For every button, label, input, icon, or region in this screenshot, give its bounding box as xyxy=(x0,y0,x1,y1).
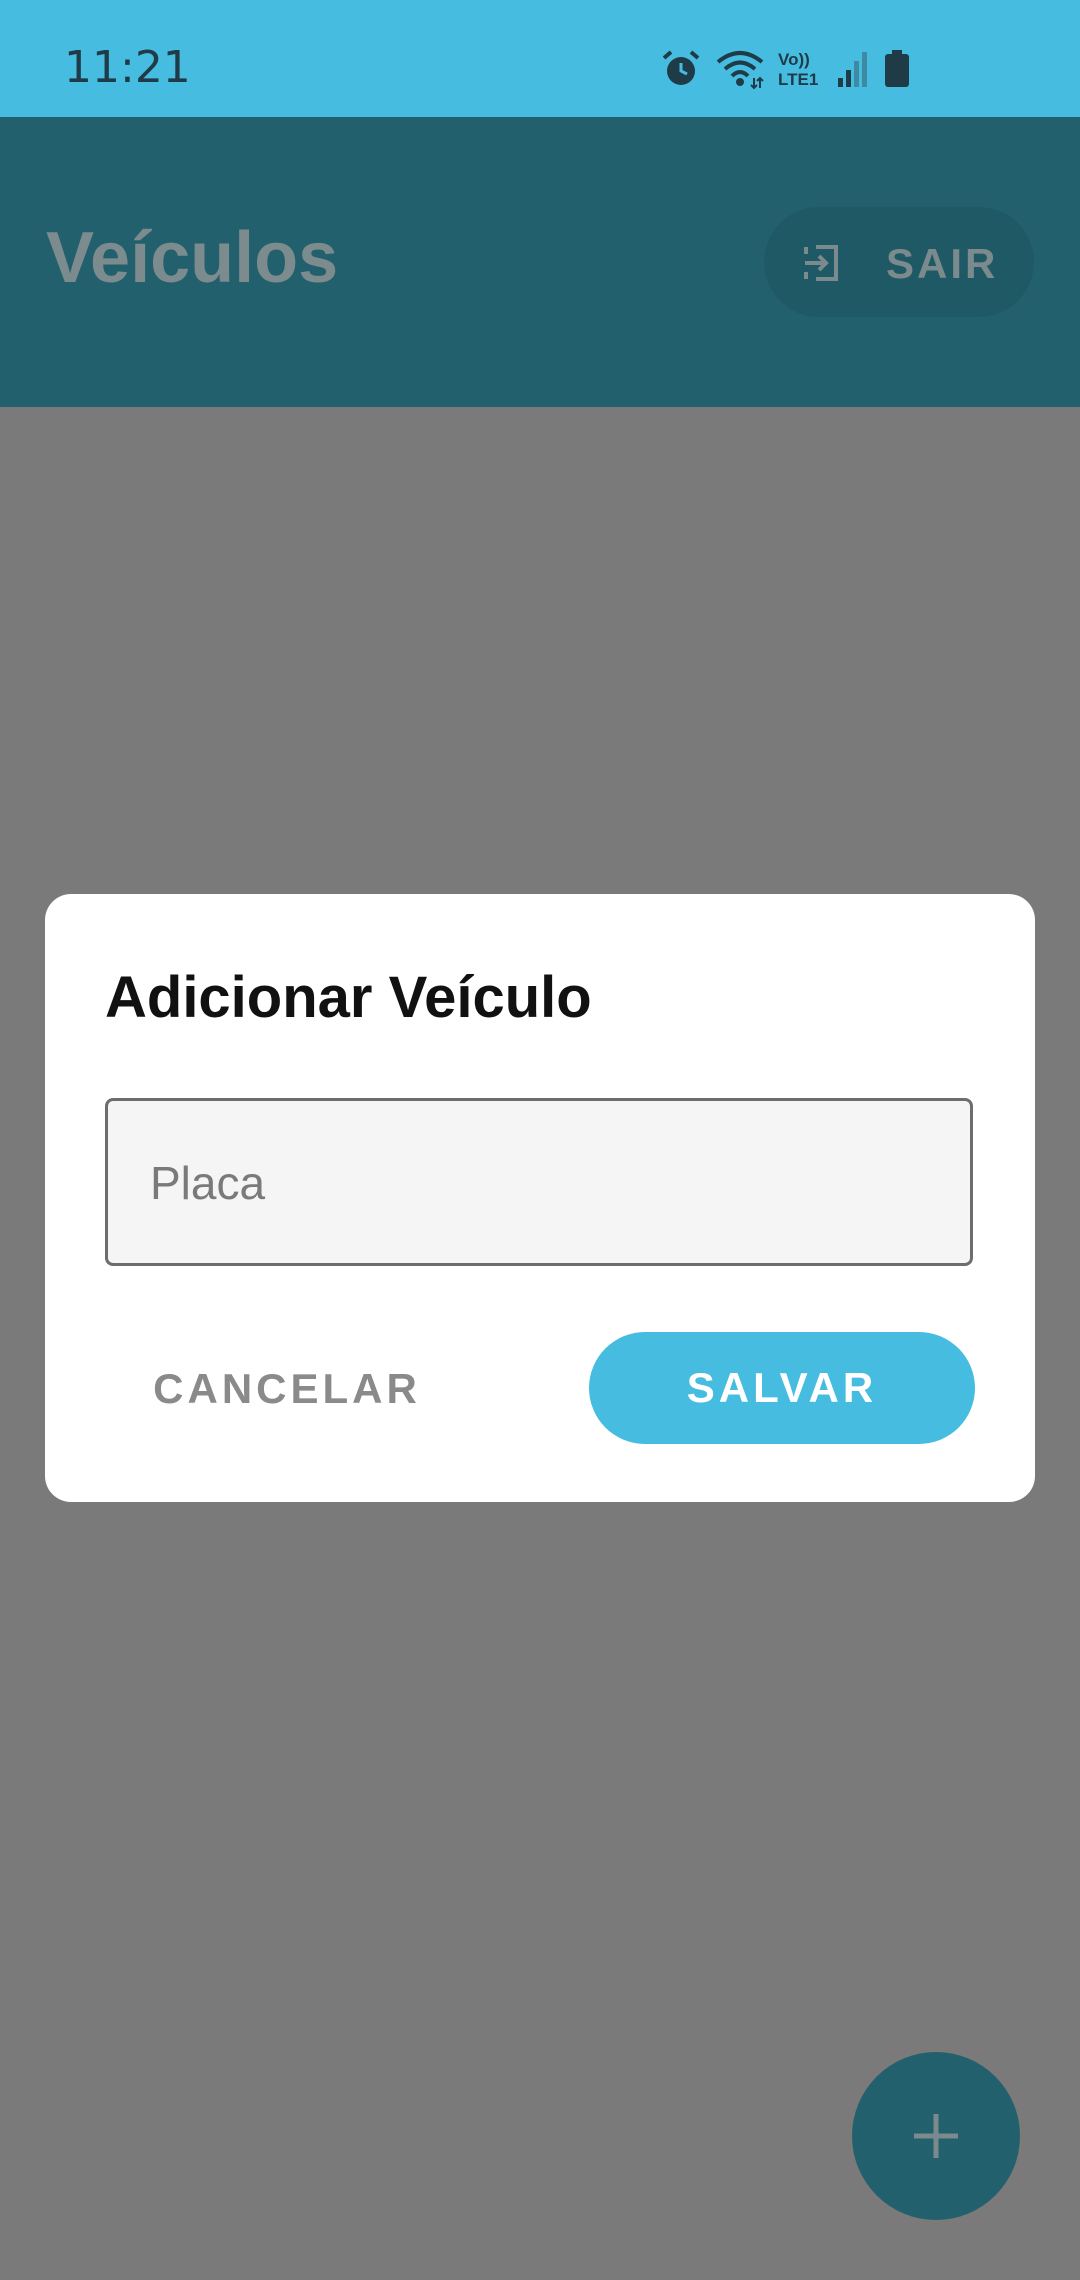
app-bar: Veículos SAIR xyxy=(0,117,1080,407)
volte-lte-icon: Vo)) LTE1 xyxy=(778,50,822,92)
add-vehicle-fab[interactable] xyxy=(852,2052,1020,2220)
plate-field[interactable] xyxy=(105,1098,973,1266)
exit-button-label: SAIR xyxy=(886,240,999,287)
volte-text: Vo)) xyxy=(778,50,810,69)
cancel-button[interactable]: CANCELAR xyxy=(141,1334,433,1444)
add-vehicle-dialog: Adicionar Veículo CANCELAR SALVAR xyxy=(45,894,1035,1502)
plate-input[interactable] xyxy=(148,1101,932,1265)
wifi-icon xyxy=(716,48,764,95)
battery-icon xyxy=(884,49,910,93)
lte-text: LTE1 xyxy=(778,70,819,89)
alarm-icon xyxy=(660,48,702,95)
exit-button[interactable]: SAIR xyxy=(764,207,1034,317)
save-button[interactable]: SALVAR xyxy=(589,1332,975,1444)
signal-icon xyxy=(836,50,870,93)
plus-icon xyxy=(914,2114,958,2158)
status-bar: 11:21 Vo)) LTE1 xyxy=(0,0,1080,117)
status-icons: Vo)) LTE1 xyxy=(660,48,910,94)
status-time: 11:21 xyxy=(64,42,191,93)
page-title: Veículos xyxy=(46,218,339,298)
exit-icon xyxy=(802,244,840,282)
dialog-title: Adicionar Veículo xyxy=(105,965,592,1030)
